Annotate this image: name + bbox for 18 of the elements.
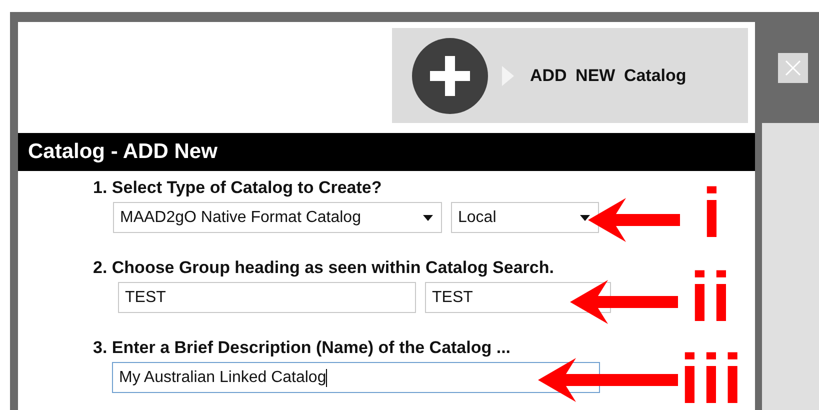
input-field[interactable]: My Australian Linked Catalog (112, 362, 600, 393)
roman-numeral-label: ii (690, 268, 733, 326)
dropdown[interactable]: MAAD2gO Native Format Catalog (113, 202, 442, 233)
step-label: 2. Choose Group heading as seen within Catalog Search. (93, 258, 555, 277)
plus-icon (412, 38, 488, 114)
dropdown-arrow-icon (423, 215, 433, 221)
section-header-bar: Catalog - ADD New (18, 133, 755, 171)
input-field[interactable]: TEST (118, 282, 416, 313)
roman-numeral-label: i (702, 184, 724, 242)
add-catalog-button[interactable]: ADD NEW Catalog (392, 28, 748, 123)
step-label: 1. Select Type of Catalog to Create? (93, 178, 383, 197)
step-label: 3. Enter a Brief Description (Name) of the Catalog ... (93, 338, 512, 357)
roman-numeral-label: iii (680, 350, 744, 408)
close-icon (785, 60, 801, 76)
dropdown-arrow-icon (580, 215, 590, 221)
dropdown[interactable]: Local (451, 202, 599, 233)
triangle-icon (502, 66, 514, 86)
close-button[interactable] (778, 53, 808, 83)
